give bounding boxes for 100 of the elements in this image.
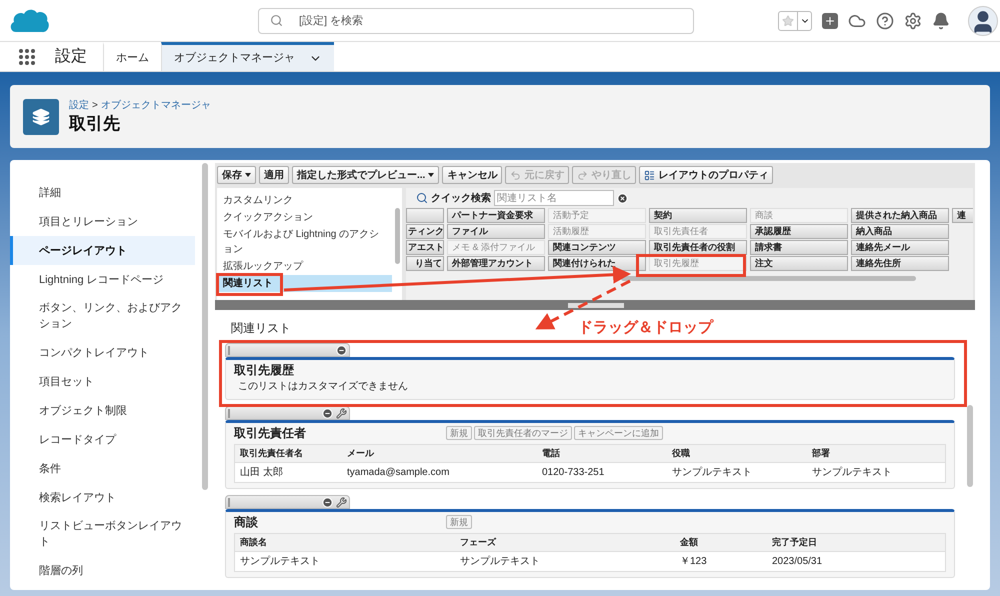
sidebar-item[interactable]: 詳細 xyxy=(10,178,195,207)
app-name: 設定 xyxy=(55,46,88,66)
palette-item[interactable]: 外部管理アカウント xyxy=(447,256,545,271)
palette-item[interactable]: ティンク xyxy=(406,224,444,239)
table-cell-text: 2023/05/31 xyxy=(771,555,824,569)
quick-search-label: クイック検索 xyxy=(431,192,491,206)
breadcrumb-link[interactable]: オブジェクトマネージャ xyxy=(100,98,211,113)
table-cell-text: 0120-733-251 xyxy=(541,466,606,480)
column-header: 完了予定日 xyxy=(771,536,818,549)
dropdown-icon xyxy=(245,173,251,177)
remove-icon[interactable] xyxy=(322,408,333,418)
help-icon[interactable] xyxy=(876,12,894,30)
remove-icon[interactable] xyxy=(336,344,347,356)
palette-item[interactable]: 提供された納入商品 xyxy=(851,208,949,223)
palette-item[interactable]: ファイル xyxy=(447,224,545,239)
sidebar-item[interactable]: 条件 xyxy=(10,454,195,483)
clear-icon[interactable] xyxy=(617,192,628,204)
column-header: フェーズ xyxy=(459,536,498,549)
palette-item[interactable]: 関連コンテンツ xyxy=(548,240,646,255)
section-title: 取引先履歴 xyxy=(234,362,295,379)
add-icon[interactable] xyxy=(822,12,838,28)
wrench-icon[interactable] xyxy=(336,496,347,508)
sidebar-item[interactable]: 階層の列 xyxy=(10,556,195,585)
column-header: 金額 xyxy=(679,536,699,549)
table-cell-text: サンプルテキスト xyxy=(811,466,893,480)
column-header: 部署 xyxy=(810,446,831,460)
sidebar-item[interactable]: Lightning レコードページ xyxy=(10,265,195,294)
breadcrumb-separator: > xyxy=(92,99,98,113)
toolbar-button[interactable]: 適用 xyxy=(259,166,289,184)
palette-item[interactable]: 連 xyxy=(952,208,973,223)
palette-item[interactable]: 納入商品 xyxy=(851,224,949,239)
redo-icon xyxy=(577,170,588,180)
column-header: 電話 xyxy=(541,446,561,460)
column-header: 取引先責任者名 xyxy=(239,446,304,460)
palette-item[interactable]: 承認履歴 xyxy=(750,224,848,239)
nav-tab[interactable]: オブジェクトマネージャ xyxy=(161,42,334,71)
search-field[interactable]: [設定] を検索 xyxy=(258,8,694,34)
resize-handle[interactable] xyxy=(568,303,624,308)
undo-icon xyxy=(510,170,522,180)
sidebar-item[interactable]: コンパクトレイアウト xyxy=(10,338,195,367)
section-title: 取引先責任者 xyxy=(234,425,307,442)
bell-icon[interactable] xyxy=(932,12,950,30)
palette-item[interactable]: 請求書 xyxy=(750,240,848,255)
app-launcher-icon[interactable] xyxy=(18,48,36,66)
sidebar-item[interactable]: ボタン、リンク、およびアクション xyxy=(10,294,195,338)
scrollbar[interactable] xyxy=(394,208,400,264)
scrollbar[interactable] xyxy=(621,276,916,281)
scrollbar[interactable] xyxy=(202,163,208,490)
sidebar-item[interactable]: オブジェクト制限 xyxy=(10,396,195,425)
section-handle[interactable] xyxy=(225,343,350,357)
list-message: このリストはカスタマイズできません xyxy=(237,380,409,394)
category-item[interactable]: クイックアクション xyxy=(217,209,392,226)
list-button[interactable]: 取引先責任者のマージ xyxy=(474,426,572,440)
quick-search-field[interactable]: 関連リスト名 xyxy=(494,190,614,206)
column-header: メール xyxy=(346,446,376,460)
palette-item[interactable]: 関連付けられた xyxy=(548,256,646,271)
sidebar-item[interactable]: レコードタイプ xyxy=(10,425,195,454)
toolbar-button[interactable]: キャンセル xyxy=(442,166,502,184)
palette-item[interactable]: 取引先責任者の役割 xyxy=(649,240,747,255)
dropdown-icon xyxy=(428,173,434,177)
list-button[interactable]: 新規 xyxy=(446,515,472,529)
sidebar-item[interactable]: 項目セット xyxy=(10,367,195,396)
sidebar-item[interactable]: ページレイアウト xyxy=(10,236,195,265)
wrench-icon[interactable] xyxy=(336,408,347,418)
category-item[interactable]: モバイルおよび Lightning のアクション xyxy=(217,226,392,258)
object-icon xyxy=(23,98,59,134)
section-handle[interactable] xyxy=(225,495,350,509)
sidebar-item[interactable]: リストビューボタンレイアウト xyxy=(10,512,195,556)
category-item[interactable]: 拡張ルックアップ xyxy=(217,258,392,275)
sidebar-item[interactable]: 項目とリレーション xyxy=(10,207,195,236)
page-title: 取引先 xyxy=(69,113,121,135)
table-cell-text: サンプルテキスト xyxy=(239,554,321,569)
palette-item[interactable]: り当て xyxy=(406,256,444,271)
palette-item[interactable]: アエスト xyxy=(406,240,444,255)
table-cell-text: tyamada@sample.com xyxy=(346,466,450,480)
palette-item[interactable]: パートナー資金要求 xyxy=(447,208,545,223)
star-icon xyxy=(782,14,794,26)
toolbar-button[interactable]: 保存 xyxy=(217,166,256,184)
table-cell-text: サンプルテキスト xyxy=(459,554,541,569)
list-button[interactable]: 新規 xyxy=(446,426,472,440)
table-cell-text: ￥123 xyxy=(679,555,708,569)
palette-item[interactable]: 連絡先メール xyxy=(851,240,949,255)
section-handle[interactable] xyxy=(225,406,350,420)
remove-icon[interactable] xyxy=(322,496,333,508)
table-cell-text: サンプルテキスト xyxy=(671,466,753,480)
palette-item[interactable]: 契約 xyxy=(649,208,747,223)
sidebar-item[interactable]: 検索レイアウト xyxy=(10,483,195,512)
breadcrumb-link[interactable]: 設定 xyxy=(69,98,89,113)
list-button[interactable]: キャンペーンに追加 xyxy=(574,426,663,440)
settings-icon[interactable] xyxy=(904,12,922,30)
avatar[interactable] xyxy=(968,6,998,36)
palette-item[interactable]: 注文 xyxy=(750,256,848,271)
search-icon xyxy=(416,192,428,204)
toolbar-button[interactable]: レイアウトのプロパティ xyxy=(639,166,774,184)
scrollbar[interactable] xyxy=(967,405,973,487)
toolbar-button[interactable]: 指定した形式でプレビュー... xyxy=(292,166,440,184)
palette-item[interactable]: 連絡先住所 xyxy=(851,256,949,271)
annotation-label: ドラッグ＆ドロップ xyxy=(578,318,713,338)
category-item[interactable]: カスタムリンク xyxy=(217,192,392,209)
highlight-frame xyxy=(216,273,283,296)
